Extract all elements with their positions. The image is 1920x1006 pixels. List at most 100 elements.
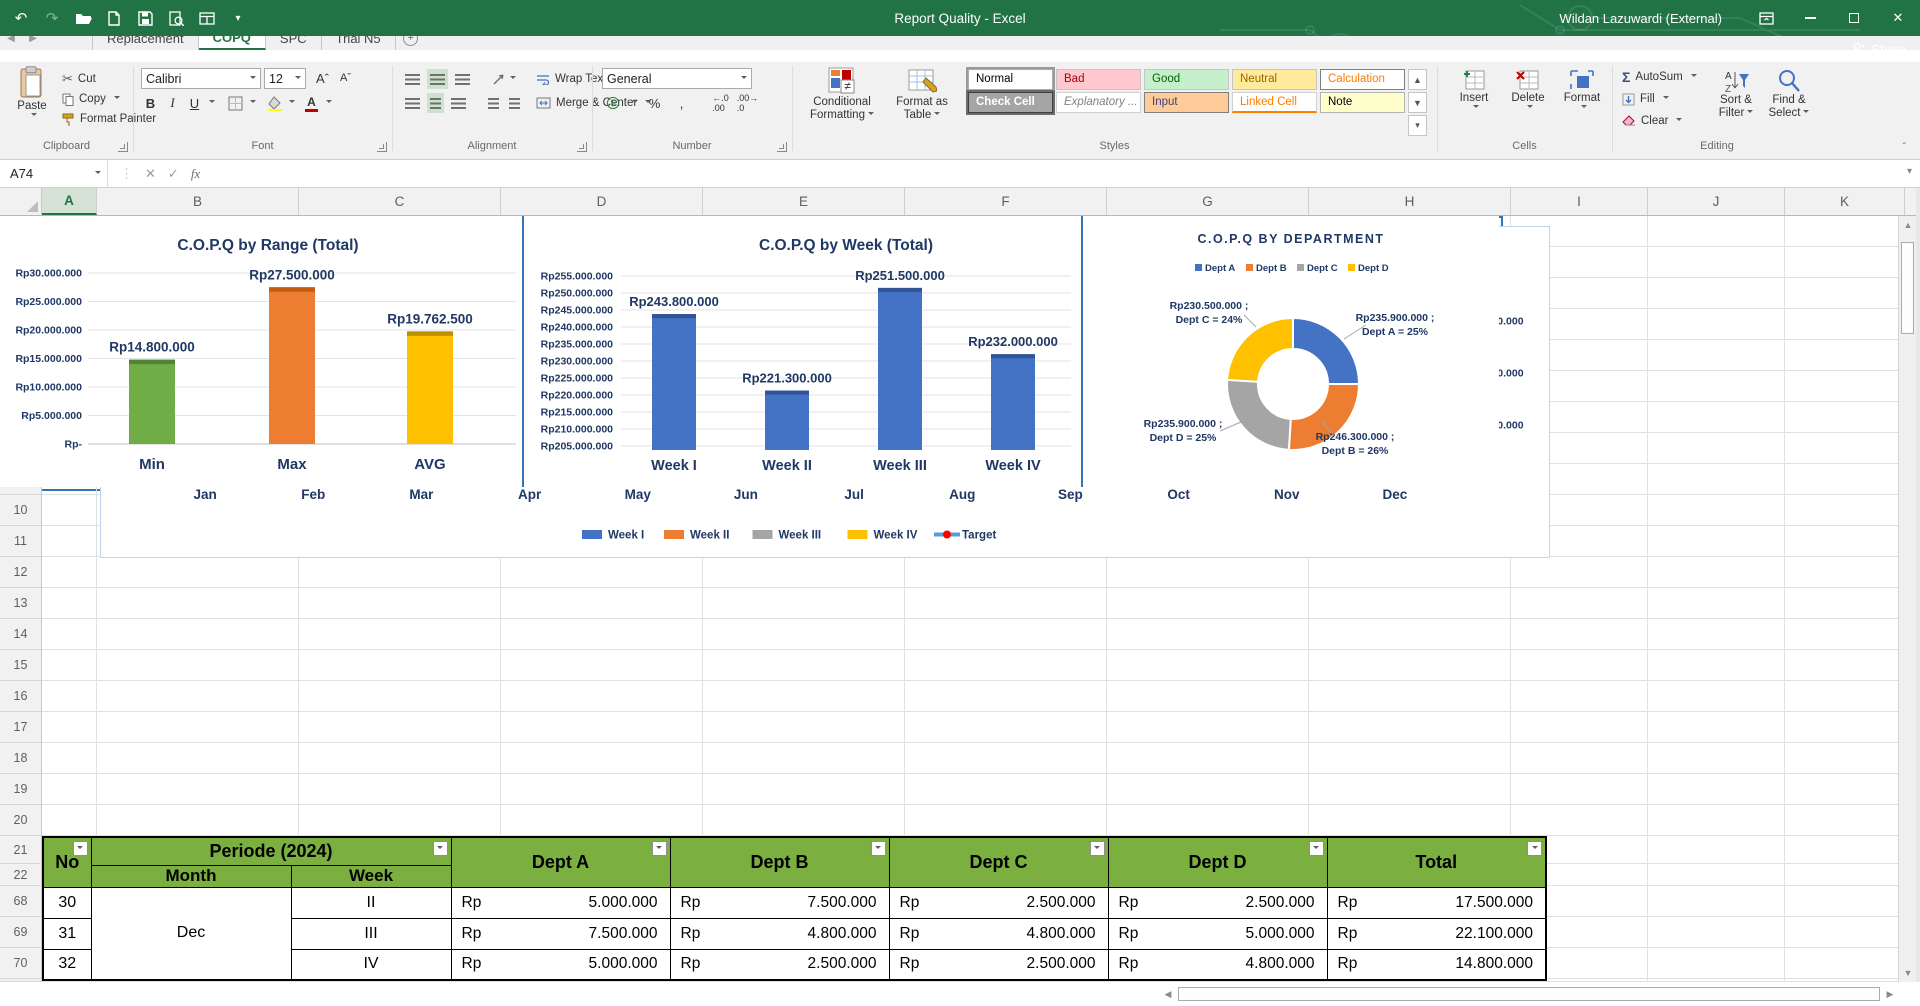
- cell-style-good[interactable]: Good: [1144, 69, 1229, 90]
- row-header-12[interactable]: 12: [0, 557, 42, 588]
- hscroll-left-icon[interactable]: ◀: [1160, 986, 1176, 1002]
- number-dialog-launcher[interactable]: [777, 142, 787, 152]
- row-header-69[interactable]: 69: [0, 917, 42, 948]
- ribbon-display-options-icon[interactable]: [1744, 0, 1788, 36]
- decrease-indent-icon[interactable]: [485, 93, 502, 113]
- copy-button[interactable]: Copy: [62, 89, 120, 109]
- cancel-formula-icon[interactable]: ✕: [145, 166, 156, 182]
- italic-button[interactable]: I: [162, 93, 183, 113]
- fill-button[interactable]: Fill: [1622, 89, 1669, 109]
- font-color-icon[interactable]: A: [301, 93, 322, 113]
- table-header-periode[interactable]: Periode (2024): [91, 837, 451, 865]
- format-as-table-button[interactable]: Format as Table: [884, 66, 960, 122]
- filter-button-total[interactable]: [1527, 841, 1542, 856]
- chart-copq-by-department[interactable]: C.O.P.Q BY DEPARTMENTDept ADept BDept CD…: [1081, 216, 1499, 487]
- align-center-icon[interactable]: [427, 93, 444, 113]
- vertical-scrollbar[interactable]: ▲ ▼: [1898, 216, 1916, 982]
- clipboard-dialog-launcher[interactable]: [118, 142, 128, 152]
- open-icon[interactable]: [72, 7, 94, 29]
- column-header-A[interactable]: A: [42, 188, 97, 215]
- cell-value-dept-b[interactable]: Rp7.500.000: [670, 887, 889, 918]
- column-header-D[interactable]: D: [501, 188, 703, 215]
- align-middle-icon[interactable]: [427, 69, 448, 89]
- select-all-corner[interactable]: [0, 188, 42, 215]
- row-header-71[interactable]: [0, 979, 42, 982]
- maximize-button[interactable]: [1832, 0, 1876, 36]
- table-header-month[interactable]: Month: [91, 865, 291, 887]
- align-left-icon[interactable]: [402, 93, 423, 113]
- formula-input[interactable]: [196, 160, 1890, 187]
- paste-button[interactable]: Paste: [8, 66, 56, 119]
- row-header-13[interactable]: 13: [0, 588, 42, 619]
- column-header-C[interactable]: C: [299, 188, 501, 215]
- share-button[interactable]: Share: [1851, 36, 1906, 62]
- format-cells-button[interactable]: Format: [1557, 68, 1607, 111]
- cell-style-note[interactable]: Note: [1320, 92, 1405, 113]
- number-format-select[interactable]: General: [602, 68, 752, 89]
- expand-formula-bar-icon[interactable]: ▾: [1907, 166, 1912, 177]
- save-icon[interactable]: [134, 7, 156, 29]
- enter-formula-icon[interactable]: ✓: [168, 166, 179, 182]
- percent-style-icon[interactable]: %: [644, 93, 665, 113]
- table-header-total[interactable]: Total: [1327, 837, 1546, 887]
- filter-button-dept-b[interactable]: [871, 841, 886, 856]
- cell-style-check-cell[interactable]: Check Cell: [968, 92, 1053, 113]
- cell-value-dept-a[interactable]: Rp5.000.000: [451, 949, 670, 980]
- cell-no[interactable]: 32: [43, 949, 91, 980]
- column-header-I[interactable]: I: [1511, 188, 1648, 215]
- increase-indent-icon[interactable]: [506, 93, 523, 113]
- row-header-16[interactable]: 16: [0, 681, 42, 712]
- horizontal-scrollbar[interactable]: ◀ ▶: [1160, 983, 1898, 1005]
- bold-button[interactable]: B: [140, 93, 161, 113]
- font-name-select[interactable]: Calibri: [141, 68, 261, 89]
- hscroll-thumb[interactable]: [1178, 987, 1880, 1001]
- filter-button-dept-a[interactable]: [652, 841, 667, 856]
- cell-value-dept-b[interactable]: Rp4.800.000: [670, 918, 889, 949]
- new-file-icon[interactable]: [103, 7, 125, 29]
- row-header-20[interactable]: 20: [0, 805, 42, 836]
- comma-style-icon[interactable]: ,: [671, 93, 692, 113]
- cell-value-total[interactable]: Rp17.500.000: [1327, 887, 1546, 918]
- table-header-dept-d[interactable]: Dept D: [1108, 837, 1327, 887]
- cell-value-dept-a[interactable]: Rp7.500.000: [451, 918, 670, 949]
- cell-style-input[interactable]: Input: [1144, 92, 1229, 113]
- cell-style-bad[interactable]: Bad: [1056, 69, 1141, 90]
- sheet-grid[interactable]: 1234567891011121314151617181920212268697…: [0, 216, 1898, 982]
- row-header-19[interactable]: 19: [0, 774, 42, 805]
- cell-value-total[interactable]: Rp14.800.000: [1327, 949, 1546, 980]
- filter-button-dept-d[interactable]: [1309, 841, 1324, 856]
- autosum-button[interactable]: ΣAutoSum: [1622, 67, 1697, 87]
- cut-button[interactable]: ✂Cut: [62, 69, 96, 89]
- cell-value-dept-b[interactable]: Rp2.500.000: [670, 949, 889, 980]
- column-header-B[interactable]: B: [97, 188, 299, 215]
- insert-cells-button[interactable]: Insert: [1449, 68, 1499, 111]
- table-header-dept-b[interactable]: Dept B: [670, 837, 889, 887]
- cell-value-dept-d[interactable]: Rp2.500.000: [1108, 887, 1327, 918]
- column-header-J[interactable]: J: [1648, 188, 1785, 215]
- redo-icon[interactable]: ↷: [41, 7, 63, 29]
- accounting-format-icon[interactable]: $: [602, 93, 623, 113]
- cell-style-explanatory-[interactable]: Explanatory ...: [1056, 92, 1141, 113]
- table-header-dept-a[interactable]: Dept A: [451, 837, 670, 887]
- filter-button-no[interactable]: [73, 841, 88, 856]
- undo-icon[interactable]: ↶: [10, 7, 32, 29]
- hscroll-right-icon[interactable]: ▶: [1882, 986, 1898, 1002]
- cell-no[interactable]: 30: [43, 887, 91, 918]
- row-header-11[interactable]: 11: [0, 526, 42, 557]
- vscroll-down-icon[interactable]: ▼: [1899, 964, 1917, 982]
- row-header-17[interactable]: 17: [0, 712, 42, 743]
- minimize-button[interactable]: [1788, 0, 1832, 36]
- row-header-21[interactable]: 21: [0, 836, 42, 864]
- styles-more-icon[interactable]: ▾: [1408, 115, 1427, 136]
- column-header-H[interactable]: H: [1309, 188, 1511, 215]
- cell-week[interactable]: III: [291, 918, 451, 949]
- cell-style-normal[interactable]: Normal: [968, 69, 1053, 90]
- fill-color-icon[interactable]: [264, 93, 285, 113]
- underline-caret-icon[interactable]: [209, 100, 215, 106]
- column-header-E[interactable]: E: [703, 188, 905, 215]
- wrap-text-button[interactable]: Wrap Text: [536, 69, 606, 89]
- conditional-formatting-button[interactable]: ≠ Conditional Formatting: [802, 66, 882, 122]
- row-header-22[interactable]: 22: [0, 864, 42, 886]
- vscroll-up-icon[interactable]: ▲: [1899, 216, 1917, 234]
- row-header-18[interactable]: 18: [0, 743, 42, 774]
